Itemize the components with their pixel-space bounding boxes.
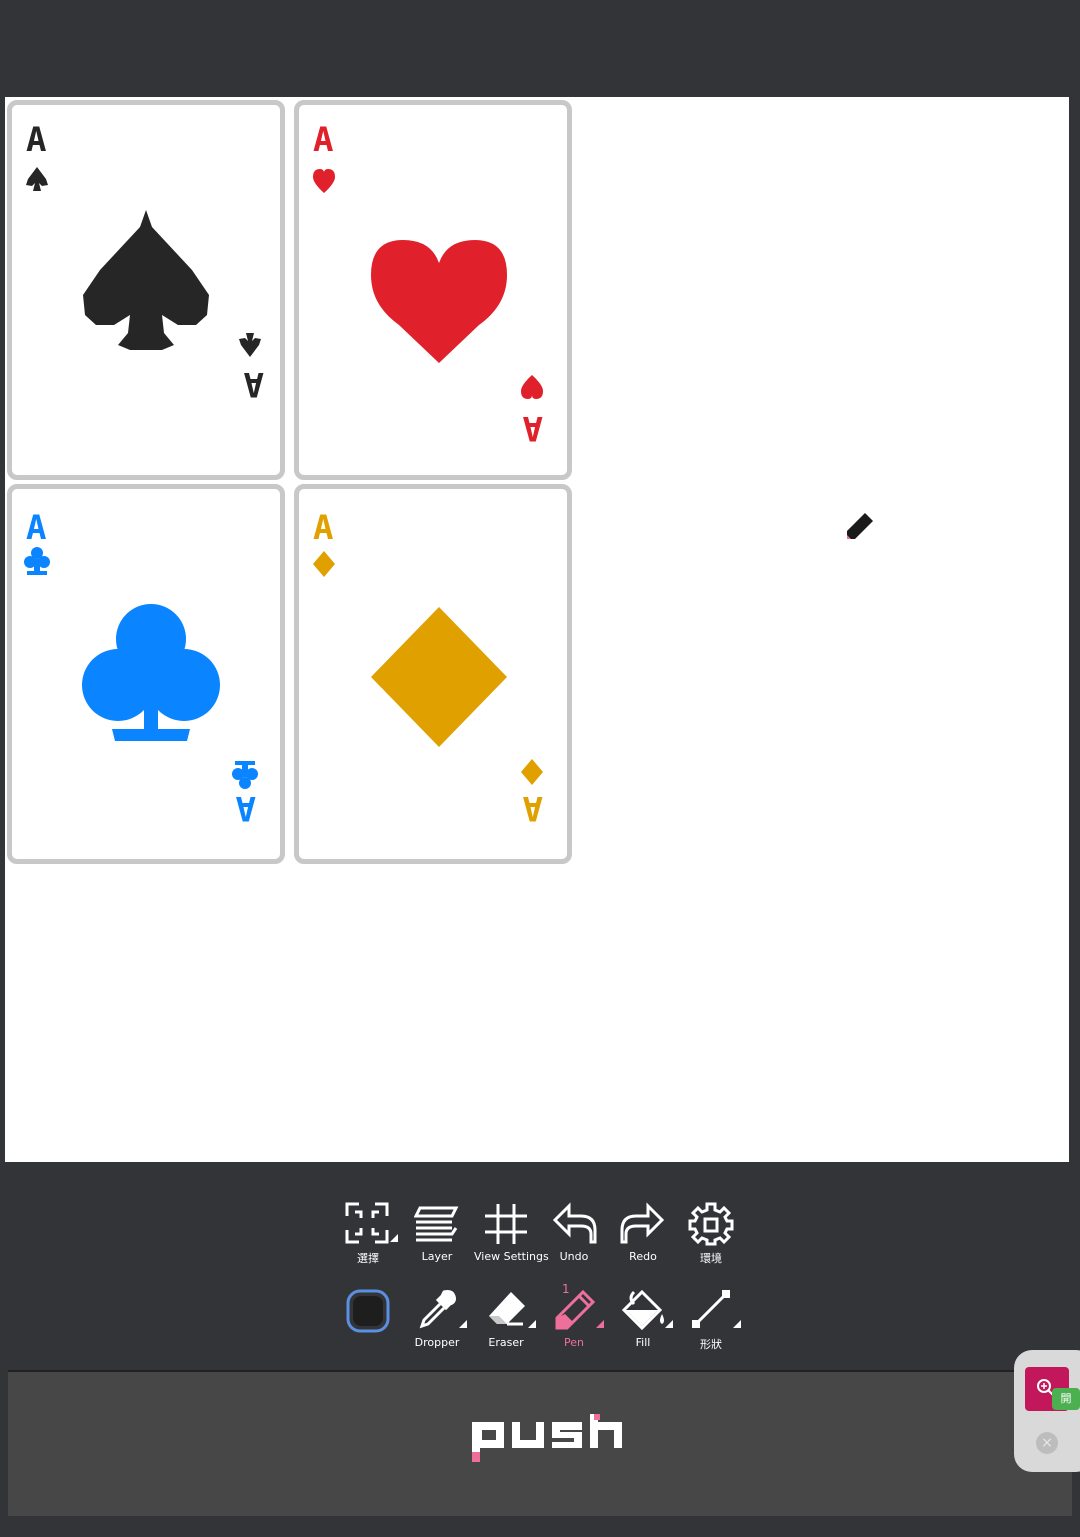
drawing-canvas[interactable]: A A A A A A A A [5, 97, 1069, 1162]
fill-label: Fill [635, 1336, 651, 1349]
layer-label: Layer [421, 1250, 453, 1263]
club-large-icon [82, 604, 220, 741]
heart-small-icon [313, 169, 335, 193]
side-widget: 開 × [1014, 1350, 1080, 1472]
card-ace-of-spades: A A [7, 100, 285, 480]
card-ace-of-hearts: A A [294, 100, 572, 480]
pen-size-indicator: 1 [562, 1282, 570, 1296]
redo-icon [620, 1202, 665, 1244]
diamond-large-icon [371, 607, 507, 747]
svg-text:A: A [26, 508, 46, 548]
spade-large-icon [83, 210, 209, 350]
club-small-icon [24, 547, 50, 575]
spade-small-icon [26, 167, 48, 191]
submenu-indicator [390, 1234, 398, 1242]
environment-label: 環境 [700, 1252, 722, 1265]
eraser-icon [489, 1292, 525, 1326]
dropper-button[interactable]: Dropper [405, 1288, 469, 1349]
eraser-label: Eraser [488, 1336, 524, 1349]
eraser-button[interactable]: Eraser [474, 1288, 538, 1349]
push-logo: push [472, 1414, 622, 1462]
dropper-label: Dropper [414, 1336, 460, 1349]
submenu-indicator [528, 1320, 536, 1328]
environment-button[interactable]: 環境 [679, 1202, 743, 1266]
select-button[interactable]: 選擇 [336, 1202, 400, 1266]
open-badge[interactable]: 開 [1052, 1388, 1080, 1410]
line-icon [692, 1290, 730, 1328]
select-label: 選擇 [357, 1252, 379, 1265]
card-ace-of-clubs: A A [7, 484, 285, 864]
redo-button[interactable]: Redo [611, 1202, 675, 1263]
select-icon [345, 1202, 389, 1244]
grid-icon [485, 1204, 527, 1244]
svg-text:A: A [313, 120, 333, 160]
heart-large-icon [371, 240, 507, 363]
submenu-indicator [665, 1320, 673, 1328]
submenu-indicator [733, 1320, 741, 1328]
undo-icon [552, 1202, 597, 1244]
shape-label: 形狀 [700, 1338, 722, 1351]
undo-label: Undo [559, 1250, 589, 1263]
svg-text:A: A [523, 408, 543, 448]
pen-icon [555, 1289, 596, 1330]
svg-text:A: A [523, 788, 543, 828]
svg-text:A: A [244, 364, 264, 404]
gear-icon [688, 1202, 734, 1246]
color-swatch-icon [346, 1289, 390, 1333]
submenu-indicator [596, 1320, 604, 1328]
card-rank-top: A [26, 120, 46, 160]
dropper-icon [419, 1290, 456, 1329]
undo-button[interactable]: Undo [542, 1202, 606, 1263]
diamond-small-icon [313, 551, 335, 577]
pen-label: Pen [564, 1336, 584, 1349]
layer-icon [414, 1206, 459, 1242]
layer-button[interactable]: Layer [405, 1202, 469, 1263]
redo-label: Redo [629, 1250, 657, 1263]
fill-icon [621, 1289, 664, 1331]
card-ace-of-diamonds: A A [294, 484, 572, 864]
color-swatch-button[interactable] [336, 1288, 400, 1334]
view-settings-label: View Settings [474, 1250, 549, 1263]
close-button[interactable]: × [1036, 1432, 1058, 1454]
view-settings-button[interactable]: View Settings [474, 1202, 549, 1263]
submenu-indicator [459, 1320, 467, 1328]
svg-text:A: A [313, 508, 333, 548]
svg-text:A: A [236, 788, 256, 828]
fill-button[interactable]: Fill [611, 1288, 675, 1349]
push-panel[interactable]: push [8, 1370, 1072, 1516]
pen-button[interactable]: 1 Pen [542, 1282, 606, 1349]
shape-button[interactable]: 形狀 [679, 1288, 743, 1352]
pen-cursor-icon [847, 513, 873, 539]
